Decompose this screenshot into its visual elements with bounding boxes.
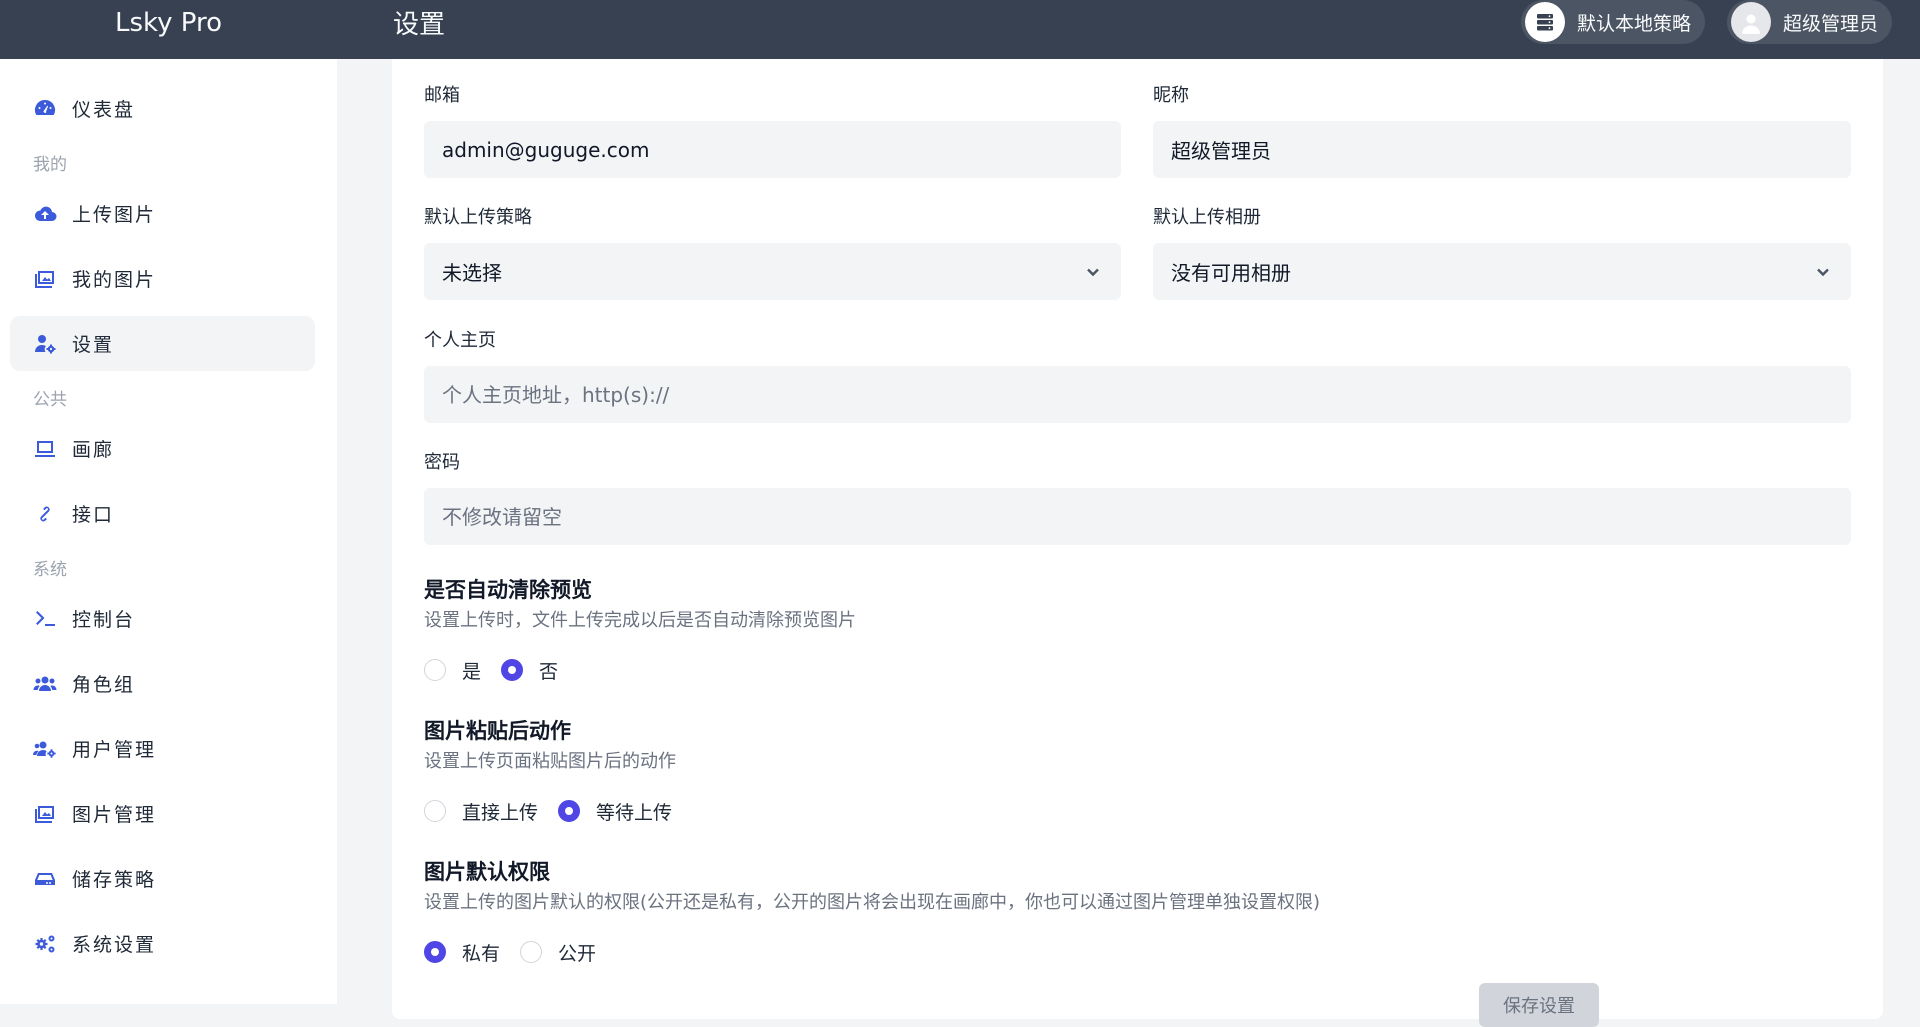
- sidebar-item-gallery[interactable]: 画廊: [10, 421, 315, 476]
- permission-public-label[interactable]: 公开: [558, 939, 596, 966]
- permission-options: 私有 公开: [424, 939, 1851, 965]
- paste-wait-label[interactable]: 等待上传: [596, 798, 672, 825]
- cloud-upload-icon: [32, 201, 58, 227]
- gears-icon: [32, 931, 58, 957]
- avatar: [1730, 2, 1771, 42]
- sidebar-item-label: 图片管理: [72, 804, 157, 826]
- auto-clear-yes-label[interactable]: 是: [462, 657, 481, 684]
- users-icon: [32, 671, 58, 697]
- sidebar-item-my-images[interactable]: 我的图片: [10, 251, 315, 306]
- laptop-icon: [32, 436, 58, 462]
- brand-logo[interactable]: Lsky Pro: [0, 0, 337, 59]
- sidebar-item-label: 设置: [72, 334, 115, 356]
- sidebar-item-label: 系统设置: [72, 934, 157, 956]
- auto-clear-group: 是否自动清除预览 设置上传时，文件上传完成以后是否自动清除预览图片 是 否: [424, 575, 1851, 683]
- images-icon: [32, 266, 58, 292]
- hard-drive-icon: [32, 866, 58, 892]
- user-gear-icon: [32, 331, 58, 357]
- email-field[interactable]: [424, 121, 1121, 178]
- user-label: 超级管理员: [1782, 12, 1878, 35]
- permission-group: 图片默认权限 设置上传的图片默认的权限(公开还是私有，公开的图片将会出现在画廊中…: [424, 857, 1851, 965]
- homepage-label: 个人主页: [424, 330, 496, 351]
- top-header: 设置 默认本地策略 超级管理员: [337, 0, 1920, 59]
- homepage-input[interactable]: [424, 366, 1851, 423]
- strategy-field-label: 默认上传策略: [424, 207, 532, 228]
- paste-action-group: 图片粘贴后动作 设置上传页面粘贴图片后的动作 直接上传 等待上传: [424, 716, 1851, 824]
- permission-public-radio[interactable]: [520, 941, 543, 963]
- album-field-group: 默认上传相册 没有可用相册: [1153, 205, 1851, 300]
- user-menu[interactable]: 超级管理员: [1726, 0, 1892, 44]
- sidebar-item-label: 用户管理: [72, 739, 157, 761]
- auto-clear-no-radio[interactable]: [501, 659, 524, 681]
- sidebar: Lsky Pro 仪表盘 我的 上传图片 我的图片 设置 公共 画廊 接口 系统…: [0, 0, 337, 1004]
- homepage-field-group: 个人主页: [424, 328, 1851, 423]
- strategy-select[interactable]: 未选择: [424, 243, 1121, 300]
- sidebar-item-label: 角色组: [72, 674, 136, 696]
- save-settings-button[interactable]: 保存设置: [1479, 983, 1599, 1027]
- header-actions: 默认本地策略 超级管理员: [1520, 0, 1892, 44]
- sidebar-item-upload[interactable]: 上传图片: [10, 186, 315, 241]
- strategy-label: 默认本地策略: [1576, 12, 1691, 35]
- password-field-group: 密码: [424, 450, 1851, 545]
- sidebar-item-dashboard[interactable]: 仪表盘: [10, 81, 315, 136]
- auto-clear-yes-radio[interactable]: [424, 659, 446, 681]
- sidebar-item-label: 接口: [72, 504, 115, 526]
- images-icon: [32, 801, 58, 827]
- page-title: 设置: [393, 10, 446, 40]
- sidebar-item-label: 画廊: [72, 439, 115, 461]
- strategy-selector[interactable]: 默认本地策略: [1520, 0, 1705, 44]
- nickname-label: 昵称: [1153, 85, 1189, 106]
- chevron-down-icon: [1083, 262, 1103, 282]
- strategy-select-value: 未选择: [442, 261, 502, 285]
- users-gear-icon: [32, 736, 58, 762]
- album-select[interactable]: 没有可用相册: [1153, 243, 1851, 300]
- album-select-value: 没有可用相册: [1171, 261, 1291, 285]
- server-icon: [1524, 2, 1565, 42]
- permission-private-label[interactable]: 私有: [462, 939, 500, 966]
- password-input[interactable]: [424, 488, 1851, 545]
- sidebar-item-label: 上传图片: [72, 204, 157, 226]
- permission-title: 图片默认权限: [424, 860, 550, 884]
- sidebar-nav: 仪表盘 我的 上传图片 我的图片 设置 公共 画廊 接口 系统 控制台 角色组 …: [0, 59, 337, 971]
- sidebar-item-label: 仪表盘: [72, 99, 136, 121]
- nickname-field-group: 昵称: [1153, 83, 1851, 178]
- section-mine: 我的: [33, 155, 67, 175]
- sidebar-item-label: 控制台: [72, 609, 136, 631]
- sidebar-item-storage[interactable]: 储存策略: [10, 851, 315, 906]
- permission-private-radio[interactable]: [424, 941, 446, 963]
- chevron-down-icon: [1813, 262, 1833, 282]
- sidebar-item-console[interactable]: 控制台: [10, 591, 315, 646]
- section-system: 系统: [33, 560, 67, 580]
- paste-action-title: 图片粘贴后动作: [424, 719, 571, 743]
- sidebar-item-system-settings[interactable]: 系统设置: [10, 916, 315, 971]
- sidebar-item-api[interactable]: 接口: [10, 486, 315, 541]
- password-label: 密码: [424, 452, 460, 473]
- sidebar-item-roles[interactable]: 角色组: [10, 656, 315, 711]
- section-public: 公共: [33, 390, 67, 410]
- sidebar-item-settings[interactable]: 设置: [10, 316, 315, 371]
- nickname-field[interactable]: [1153, 121, 1851, 178]
- paste-direct-radio[interactable]: [424, 800, 446, 822]
- auto-clear-options: 是 否: [424, 657, 1851, 683]
- paste-action-options: 直接上传 等待上传: [424, 798, 1851, 824]
- auto-clear-title: 是否自动清除预览: [424, 578, 592, 602]
- sidebar-item-users[interactable]: 用户管理: [10, 721, 315, 776]
- settings-card: 邮箱 昵称 默认上传策略 未选择 默认上传相册 没有可用相册 个人主页 密码 是…: [392, 59, 1883, 1027]
- sidebar-item-image-admin[interactable]: 图片管理: [10, 786, 315, 841]
- paste-action-desc: 设置上传页面粘贴图片后的动作: [424, 751, 676, 772]
- terminal-icon: [32, 606, 58, 632]
- auto-clear-no-label[interactable]: 否: [539, 657, 558, 684]
- link-icon: [32, 501, 58, 527]
- album-field-label: 默认上传相册: [1153, 207, 1261, 228]
- sidebar-item-label: 我的图片: [72, 269, 157, 291]
- email-label: 邮箱: [424, 85, 460, 106]
- auto-clear-desc: 设置上传时，文件上传完成以后是否自动清除预览图片: [424, 610, 856, 631]
- sidebar-item-label: 储存策略: [72, 869, 157, 891]
- paste-direct-label[interactable]: 直接上传: [462, 798, 538, 825]
- email-field-group: 邮箱: [424, 83, 1121, 178]
- strategy-field-group: 默认上传策略 未选择: [424, 205, 1121, 300]
- permission-desc: 设置上传的图片默认的权限(公开还是私有，公开的图片将会出现在画廊中，你也可以通过…: [424, 892, 1321, 913]
- gauge-icon: [32, 96, 58, 122]
- paste-wait-radio[interactable]: [558, 800, 581, 822]
